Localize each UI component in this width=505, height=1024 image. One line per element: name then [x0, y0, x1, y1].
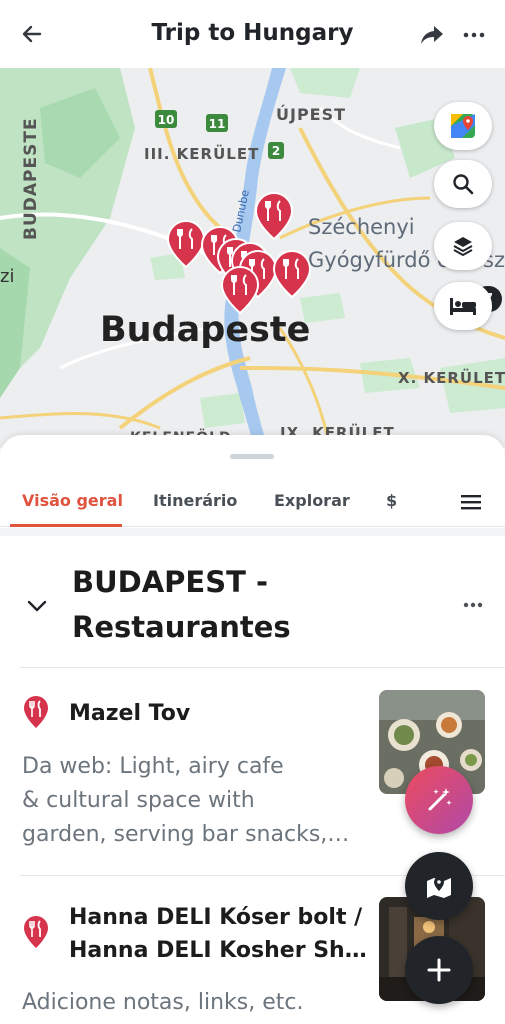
map-view[interactable]: 10 11 2 ÚJPEST III. KERÜLET BUDAPESTE Du… — [0, 68, 505, 448]
more-horizontal-icon[interactable] — [460, 22, 488, 48]
place-name[interactable]: Mazel Tov — [69, 697, 190, 730]
magic-wand-icon — [428, 788, 452, 811]
section-title: BUDAPEST - Restaurantes — [72, 560, 432, 650]
restaurant-pin-icon — [24, 916, 48, 948]
route-2-label: 2 — [272, 144, 280, 158]
section-title-line2: Restaurantes — [72, 610, 291, 644]
place-description-line: Da web: Light, airy cafe — [22, 754, 284, 779]
google-maps-button[interactable] — [434, 102, 492, 150]
drag-handle[interactable] — [230, 454, 274, 459]
tab-bar: Visão geral Itinerário Explorar $ — [0, 483, 505, 527]
map-label-ujpest: ÚJPEST — [276, 105, 346, 124]
search-icon — [453, 174, 474, 195]
active-tab-indicator — [10, 524, 122, 527]
notes-placeholder[interactable]: Adicione notas, links, etc. — [22, 986, 372, 1020]
map-toggle-button[interactable] — [405, 852, 473, 920]
plus-icon — [427, 958, 451, 982]
tab-overview[interactable]: Visão geral — [22, 491, 123, 510]
map-label-budapeste: Budapeste — [100, 310, 310, 350]
google-maps-icon — [451, 114, 475, 138]
map-canvas: 10 11 2 ÚJPEST III. KERÜLET BUDAPESTE Du… — [0, 68, 505, 448]
map-label-budapeste-vertical: BUDAPESTE — [21, 117, 41, 240]
map-label-szechenyi: Széchenyi — [308, 215, 415, 239]
map-lodging-button[interactable] — [434, 282, 492, 330]
place-name[interactable]: Hanna DELI Kóser bolt / Hanna DELI Koshe… — [69, 901, 367, 967]
route-11-label: 11 — [209, 117, 226, 131]
chevron-down-icon[interactable] — [24, 595, 50, 617]
add-button[interactable] — [405, 936, 473, 1004]
ai-magic-button[interactable] — [405, 766, 473, 834]
place-description: Da web: Light, airy cafe & cultural spac… — [22, 750, 372, 852]
bed-icon — [450, 298, 476, 315]
more-horizontal-icon[interactable] — [460, 598, 486, 612]
tab-explore[interactable]: Explorar — [274, 491, 350, 510]
map-layers-button[interactable] — [434, 222, 492, 270]
map-search-button[interactable] — [434, 160, 492, 208]
map-label-zi: zi — [0, 266, 14, 287]
tab-itinerary[interactable]: Itinerário — [153, 491, 237, 510]
map-label-iii-kerulet: III. KERÜLET — [144, 144, 259, 163]
place-name-line: Hanna DELI Kóser bolt / — [69, 905, 363, 930]
bottom-sheet[interactable]: Visão geral Itinerário Explorar $ BUDAPE… — [0, 435, 505, 1024]
place-description-line: & cultural space with — [22, 788, 255, 813]
share-arrow-icon[interactable] — [418, 22, 446, 48]
section-title-line1: BUDAPEST - — [72, 565, 269, 599]
restaurant-pin-icon — [24, 696, 48, 728]
place-name-line: Hanna DELI Kosher Sh… — [69, 938, 367, 963]
map-pin-icon — [427, 877, 451, 898]
place-description-line: garden, serving bar snacks,… — [22, 822, 350, 847]
section-divider — [0, 528, 505, 536]
layers-icon — [453, 237, 473, 257]
route-10-label: 10 — [158, 113, 175, 127]
top-bar: Trip to Hungary — [0, 0, 505, 68]
divider — [20, 667, 505, 668]
menu-icon[interactable] — [458, 491, 484, 513]
tab-budget[interactable]: $ — [386, 491, 397, 510]
map-label-x-kerulet: X. KERÜLET — [398, 368, 505, 387]
